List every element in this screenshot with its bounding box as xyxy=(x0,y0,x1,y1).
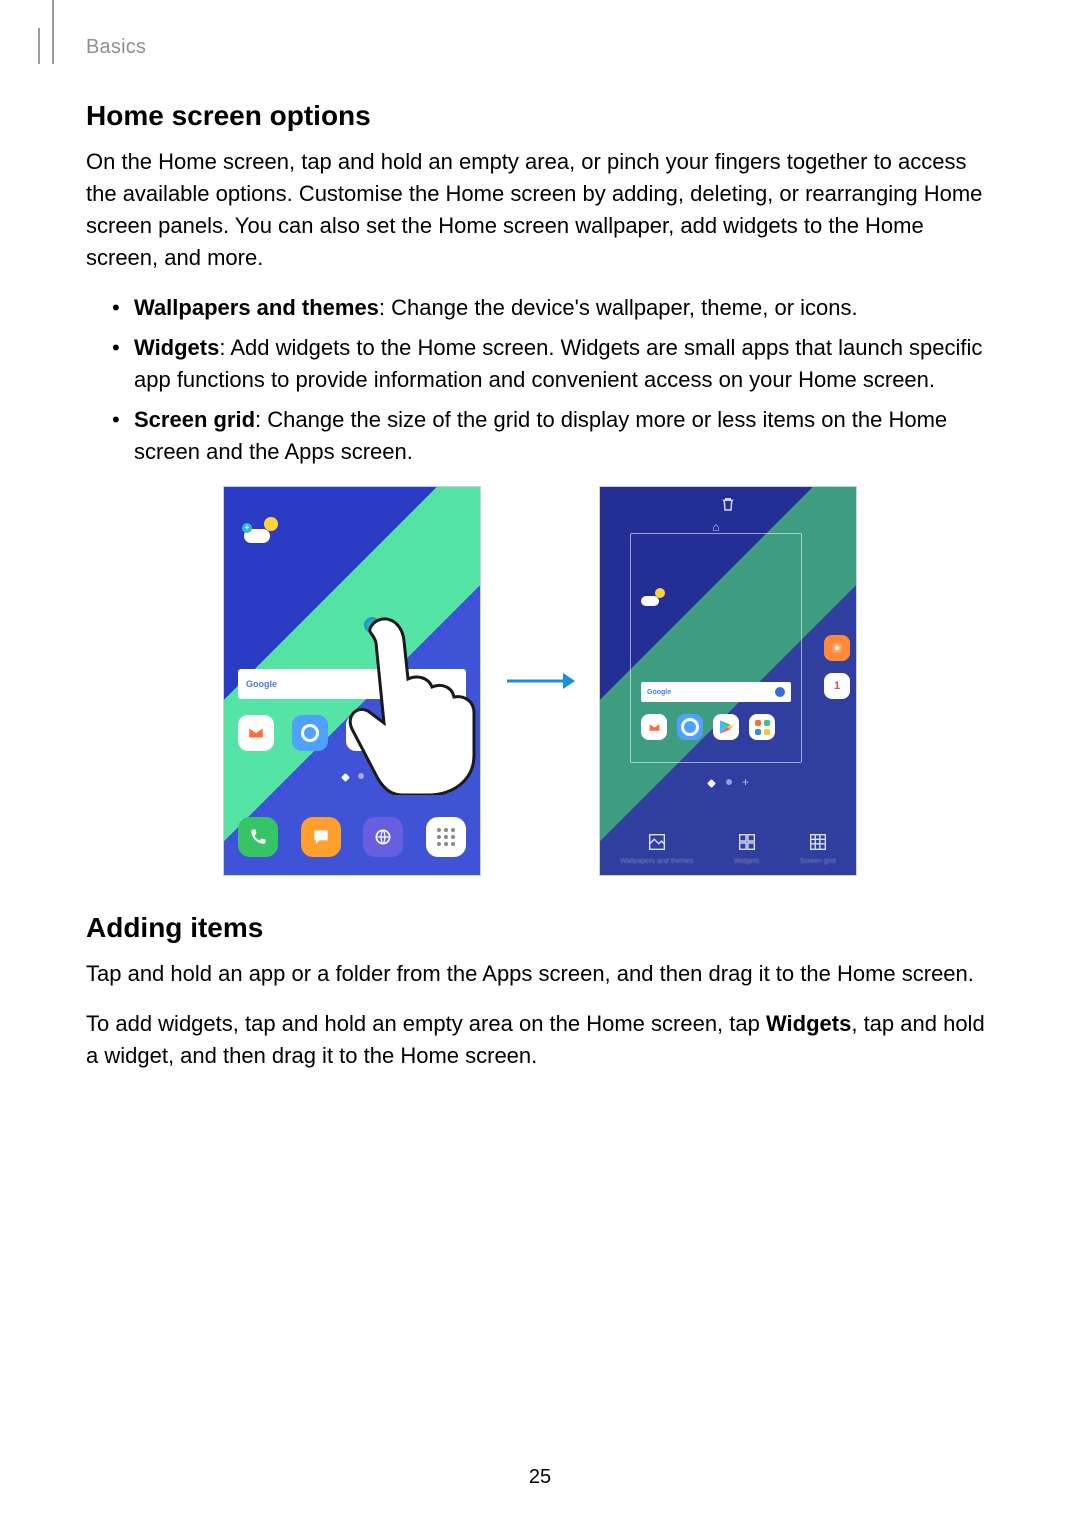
wallpapers-icon xyxy=(645,830,669,854)
apps-drawer-icon xyxy=(426,817,466,857)
bullet-label: Wallpapers and themes xyxy=(134,295,379,320)
home-options-bar: Wallpapers and themes Widgets Screen gri… xyxy=(600,830,856,865)
play-store-app-icon xyxy=(713,714,739,740)
home-page-dot-icon xyxy=(341,773,350,782)
option-label: Screen grid xyxy=(800,858,836,865)
bullet-widgets: Widgets: Add widgets to the Home screen.… xyxy=(112,332,994,396)
screen-grid-icon xyxy=(806,830,830,854)
weather-widget-icon xyxy=(641,588,665,606)
play-store-app-icon xyxy=(346,715,382,751)
home-indicator-icon: ⌂ xyxy=(631,520,801,534)
adding-items-p1: Tap and hold an app or a folder from the… xyxy=(86,958,994,990)
widgets-icon xyxy=(735,830,759,854)
panel-pager: + xyxy=(600,779,856,788)
search-label: Google xyxy=(246,679,277,689)
remove-panel-icon xyxy=(600,495,856,518)
page-header-section: Basics xyxy=(86,36,146,59)
google-search-bar: Google xyxy=(641,682,791,702)
home-dock xyxy=(238,817,466,857)
phone-app-icon xyxy=(238,817,278,857)
bullet-label: Widgets xyxy=(134,335,219,360)
page-dot-icon xyxy=(358,773,364,779)
messages-app-icon xyxy=(301,817,341,857)
bullet-text: : Change the device's wallpaper, theme, … xyxy=(379,295,858,320)
adding-items-p2: To add widgets, tap and hold an empty ar… xyxy=(86,1008,994,1072)
option-wallpapers-themes: Wallpapers and themes xyxy=(620,830,693,865)
search-label: Google xyxy=(647,689,671,696)
heading-home-screen-options: Home screen options xyxy=(86,100,994,132)
home-app-row xyxy=(641,714,791,740)
bullet-label: Screen grid xyxy=(134,407,255,432)
mic-icon xyxy=(775,687,785,697)
home-page-dot-icon xyxy=(707,779,716,788)
home-screen-options-intro: On the Home screen, tap and hold an empt… xyxy=(86,146,994,274)
p2-part-a: To add widgets, tap and hold an empty ar… xyxy=(86,1011,766,1036)
browser-app-icon xyxy=(363,817,403,857)
calendar-app-icon: 1 xyxy=(824,673,850,699)
home-screen-options-figure: + Google xyxy=(86,486,994,876)
option-label: Wallpapers and themes xyxy=(620,858,693,865)
bullet-screen-grid: Screen grid: Change the size of the grid… xyxy=(112,404,994,468)
home-app-row xyxy=(238,715,466,751)
page-indicator xyxy=(224,773,480,782)
home-screen-options-list: Wallpapers and themes: Change the device… xyxy=(86,292,994,468)
bullet-text: : Add widgets to the Home screen. Widget… xyxy=(134,335,982,392)
gallery-app-icon xyxy=(824,635,850,661)
p2-widgets-bold: Widgets xyxy=(766,1011,851,1036)
heading-adding-items: Adding items xyxy=(86,912,994,944)
internet-app-icon xyxy=(677,714,703,740)
option-widgets: Widgets xyxy=(734,830,759,865)
weather-widget-icon: + xyxy=(244,517,278,543)
adjacent-panel-apps: 1 xyxy=(824,635,850,699)
bullet-wallpapers-themes: Wallpapers and themes: Change the device… xyxy=(112,292,994,324)
figure-phone-after: ⌂ Google xyxy=(599,486,857,876)
home-panel-preview: ⌂ Google xyxy=(630,533,802,763)
figure-phone-before: + Google xyxy=(223,486,481,876)
arrow-right-icon xyxy=(505,669,575,693)
page-dot-icon xyxy=(726,779,732,785)
option-label: Widgets xyxy=(734,858,759,865)
email-app-icon xyxy=(641,714,667,740)
email-app-icon xyxy=(238,715,274,751)
google-search-bar: Google xyxy=(238,669,466,699)
internet-app-icon xyxy=(292,715,328,751)
option-screen-grid: Screen grid xyxy=(800,830,836,865)
add-panel-icon: + xyxy=(742,779,749,788)
bullet-text: : Change the size of the grid to display… xyxy=(134,407,947,464)
samsung-folder-icon xyxy=(749,714,775,740)
page-number: 25 xyxy=(0,1466,1080,1489)
